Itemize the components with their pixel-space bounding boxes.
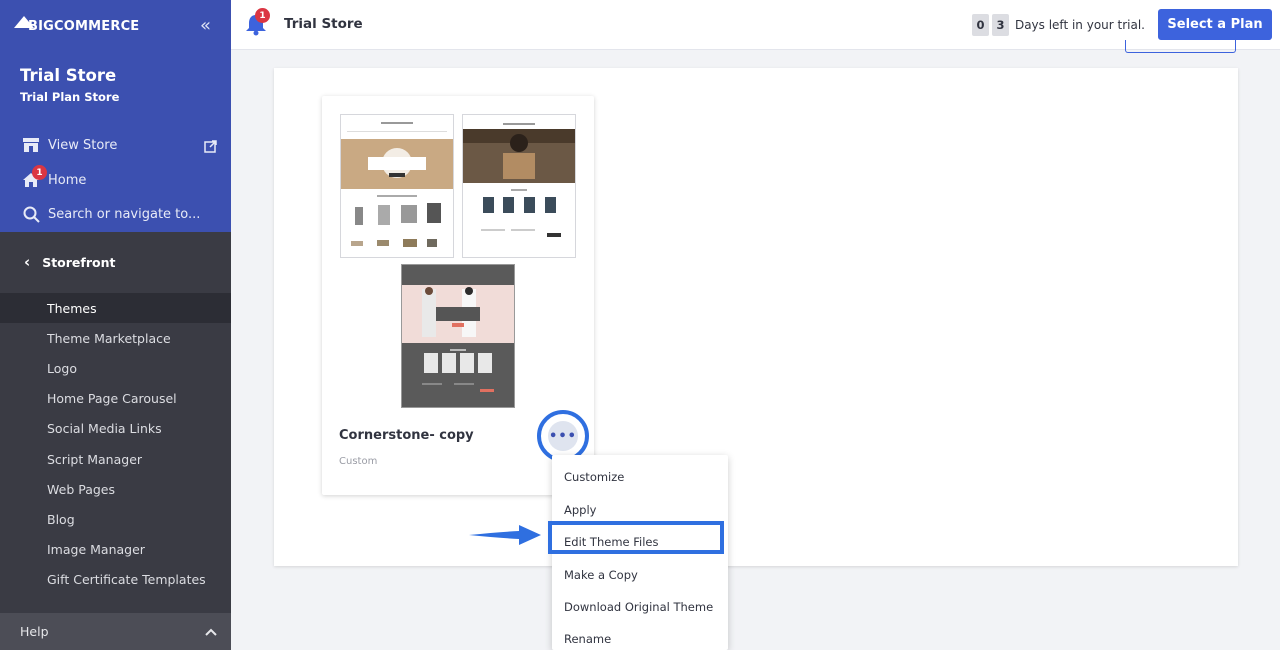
sidebar-item-web-pages[interactable]: Web Pages [0,474,231,504]
trial-digit: 0 [971,14,989,36]
sidebar-section-storefront[interactable]: ‹ Storefront [0,244,231,280]
sidebar-help[interactable]: Help [0,613,231,650]
trial-digit: 3 [991,14,1009,36]
sidebar-item-image-manager[interactable]: Image Manager [0,534,231,564]
chevron-up-icon [205,624,217,639]
theme-preview-thumbnail [462,114,576,258]
storefront-icon [21,135,41,155]
page-title: Trial Store [284,16,363,32]
select-plan-button[interactable]: Select a Plan [1158,9,1272,40]
partially-hidden-button[interactable] [1125,40,1236,53]
theme-preview-thumbnail [340,114,454,258]
annotation-arrow-icon [469,525,541,545]
sidebar-item-social-media-links[interactable]: Social Media Links [0,413,231,443]
theme-preview-thumbnail [401,264,515,408]
top-bar: 1 Trial Store 0 3 Days left in your tria… [231,0,1280,50]
sidebar-item-blog[interactable]: Blog [0,504,231,534]
theme-tag: Custom [339,456,378,467]
menu-item-customize[interactable]: Customize [552,461,728,493]
more-options-button[interactable]: ••• [548,421,578,451]
collapse-sidebar-icon[interactable]: « [200,17,211,35]
sidebar-search[interactable]: Search or navigate to... [0,198,231,230]
sidebar-item-home[interactable]: 1 Home [0,164,231,196]
external-link-icon[interactable] [204,138,217,157]
bigcommerce-logo[interactable]: BIGCOMMERCE [14,14,139,38]
notification-bell-icon[interactable]: 1 [245,8,270,36]
sidebar-item-logo[interactable]: Logo [0,353,231,383]
sidebar-item-theme-marketplace[interactable]: Theme Marketplace [0,323,231,353]
sidebar-item-home-page-carousel[interactable]: Home Page Carousel [0,383,231,413]
menu-item-rename[interactable]: Rename [552,623,728,650]
menu-item-make-a-copy[interactable]: Make a Copy [552,559,728,591]
trial-counter: 0 3 Days left in your trial. [971,14,1145,36]
chevron-left-icon: ‹ [24,253,31,271]
annotation-highlight-box [548,521,724,554]
home-badge: 1 [32,165,47,180]
sidebar-header: BIGCOMMERCE « Trial Store Trial Plan Sto… [0,0,231,232]
sidebar: BIGCOMMERCE « Trial Store Trial Plan Sto… [0,0,231,650]
store-plan: Trial Plan Store [20,90,120,104]
notification-badge: 1 [255,8,270,23]
sidebar-item-view-store[interactable]: View Store [0,129,231,161]
menu-item-download-original-theme[interactable]: Download Original Theme [552,591,728,623]
sidebar-item-gift-certificate-templates[interactable]: Gift Certificate Templates [0,564,231,594]
home-icon: 1 [21,165,47,190]
store-name: Trial Store [20,66,117,85]
trial-text: Days left in your trial. [1014,18,1145,32]
ellipsis-icon: ••• [549,428,577,444]
search-icon [21,204,41,224]
theme-name: Cornerstone- copy [339,428,474,443]
sidebar-item-script-manager[interactable]: Script Manager [0,444,231,474]
sidebar-item-themes[interactable]: Themes [0,293,231,323]
logo-mark-icon [14,16,34,28]
